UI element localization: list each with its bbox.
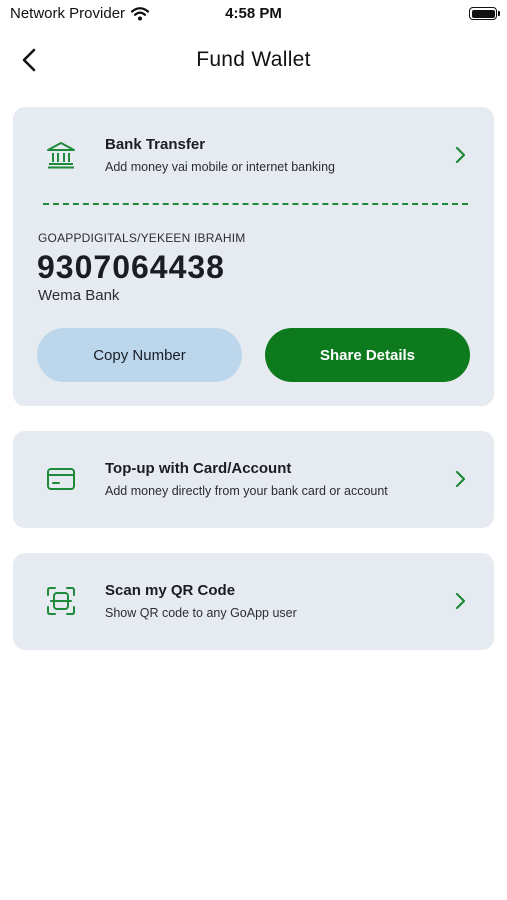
dashed-divider xyxy=(43,203,468,205)
account-name: GOAPPDIGITALS/YEKEEN IBRAHIM xyxy=(38,231,246,245)
copy-number-button[interactable]: Copy Number xyxy=(37,328,242,382)
qr-scan-icon xyxy=(47,587,75,615)
bank-transfer-title: Bank Transfer xyxy=(105,136,206,153)
page-title: Fund Wallet xyxy=(196,48,311,71)
card-icon xyxy=(47,468,75,490)
share-details-button[interactable]: Share Details xyxy=(265,328,470,382)
chevron-right-icon xyxy=(455,146,466,164)
qr-subtitle: Show QR code to any GoApp user xyxy=(105,606,297,620)
chevron-right-icon xyxy=(455,470,466,488)
bank-transfer-card: Bank Transfer Add money vai mobile or in… xyxy=(13,107,494,406)
status-time: 4:58 PM xyxy=(225,5,282,22)
battery-icon xyxy=(469,7,500,20)
qr-card[interactable]: Scan my QR Code Show QR code to any GoAp… xyxy=(13,553,494,650)
bank-transfer-subtitle: Add money vai mobile or internet banking xyxy=(105,160,335,174)
status-bar: Network Provider 4:58 PM xyxy=(0,0,507,28)
chevron-right-icon xyxy=(455,592,466,610)
qr-title: Scan my QR Code xyxy=(105,582,236,599)
topup-subtitle: Add money directly from your bank card o… xyxy=(105,484,388,498)
nav-bar: Fund Wallet xyxy=(0,40,507,80)
bank-icon xyxy=(47,142,75,169)
bank-transfer-row[interactable]: Bank Transfer Add money vai mobile or in… xyxy=(13,107,494,204)
topup-title: Top-up with Card/Account xyxy=(105,460,292,477)
bank-name: Wema Bank xyxy=(38,287,120,304)
account-number: 9307064438 xyxy=(37,249,225,285)
topup-card[interactable]: Top-up with Card/Account Add money direc… xyxy=(13,431,494,528)
